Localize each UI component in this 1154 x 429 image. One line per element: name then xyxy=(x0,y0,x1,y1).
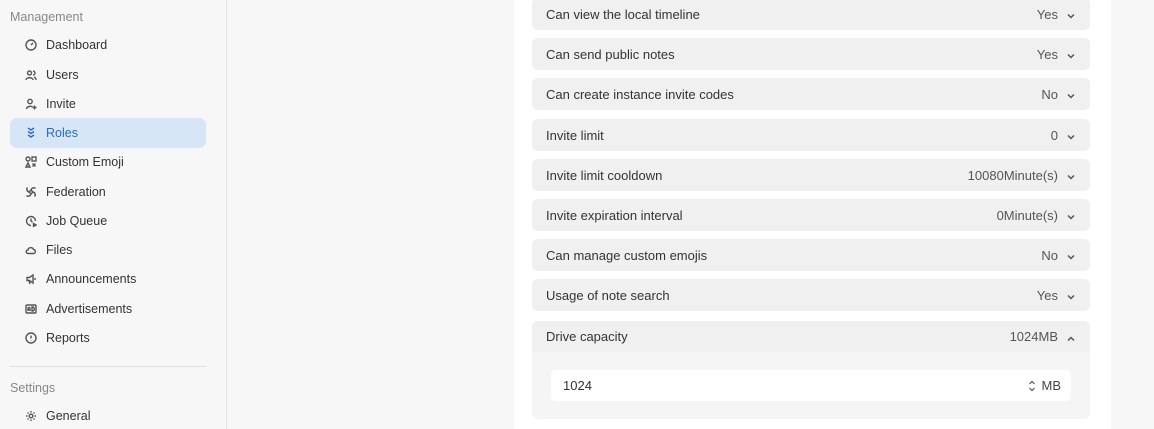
policy-label: Can create instance invite codes xyxy=(546,86,734,102)
policy-drive-capacity-expanded: Drive capacity 1024MB MB xyxy=(532,321,1090,419)
policy-label: Invite limit cooldown xyxy=(546,167,663,183)
policy-row-create-invite-codes[interactable]: Can create instance invite codes No xyxy=(532,78,1090,110)
sidebar-item-files[interactable]: Files xyxy=(10,235,206,265)
sidebar-item-roles[interactable]: Roles xyxy=(10,118,206,148)
policy-label: Can view the local timeline xyxy=(546,6,700,22)
right-gutter xyxy=(1111,0,1154,429)
policy-value: No xyxy=(1041,86,1058,102)
cloud-icon xyxy=(24,244,37,257)
policy-row-invite-limit-cooldown[interactable]: Invite limit cooldown 10080Minute(s) xyxy=(532,159,1090,191)
sidebar-item-label: Files xyxy=(46,243,73,257)
chevron-down-icon xyxy=(1066,170,1076,180)
policy-row-invite-expiration[interactable]: Invite expiration interval 0Minute(s) xyxy=(532,199,1090,231)
policy-value: 0 xyxy=(1050,127,1058,143)
sidebar-item-label: Federation xyxy=(46,185,106,199)
policy-label: Can send public notes xyxy=(546,46,675,62)
policy-label: Invite limit xyxy=(546,127,604,143)
sidebar-item-label: Announcements xyxy=(46,272,137,286)
settings-section-title: Settings xyxy=(10,381,56,395)
sidebar-item-label: General xyxy=(46,409,91,423)
user-plus-icon xyxy=(24,98,37,111)
sidebar-item-general[interactable]: General xyxy=(10,401,206,429)
sidebar-divider xyxy=(10,366,206,367)
clock-play-icon xyxy=(24,215,37,228)
drive-capacity-input[interactable] xyxy=(563,378,1028,393)
exclamation-circle-icon xyxy=(24,332,37,345)
icons-icon xyxy=(24,156,37,169)
sidebar-item-dashboard[interactable]: Dashboard xyxy=(10,30,206,60)
chevron-down-icon xyxy=(1066,290,1076,300)
policy-row-note-search[interactable]: Usage of note search Yes xyxy=(532,279,1090,311)
sidebar-item-label: Custom Emoji xyxy=(46,155,124,169)
chevron-down-icon xyxy=(1066,89,1076,99)
policy-value: No xyxy=(1041,247,1058,263)
role-policies-panel: Can view the local timeline Yes Can send… xyxy=(514,0,1111,429)
sidebar-item-custom-emoji[interactable]: Custom Emoji xyxy=(10,147,206,177)
sidebar-item-label: Users xyxy=(46,68,79,82)
content-spacer xyxy=(228,0,514,429)
policy-row-view-local-timeline[interactable]: Can view the local timeline Yes xyxy=(532,0,1090,30)
sidebar-item-label: Dashboard xyxy=(46,38,108,52)
chevron-up-icon xyxy=(1066,332,1076,342)
ad-icon xyxy=(24,303,37,316)
sidebar-item-label: Advertisements xyxy=(46,302,133,316)
policy-label: Invite expiration interval xyxy=(546,207,683,223)
management-section-title: Management xyxy=(10,10,83,24)
drive-capacity-input-wrapper: MB xyxy=(551,370,1071,401)
users-icon xyxy=(24,69,37,82)
policy-value: Yes xyxy=(1036,287,1058,303)
policy-label: Can manage custom emojis xyxy=(546,247,708,263)
sidebar-item-label: Job Queue xyxy=(46,214,108,228)
policy-value: 0Minute(s) xyxy=(996,207,1058,223)
policy-value: 1024MB xyxy=(1009,329,1058,344)
sidebar-item-job-queue[interactable]: Job Queue xyxy=(10,206,206,236)
whirl-icon xyxy=(24,186,37,199)
sidebar-item-invite[interactable]: Invite xyxy=(10,89,206,119)
badges-icon xyxy=(24,127,37,140)
speakerphone-icon xyxy=(24,273,37,286)
policy-label: Drive capacity xyxy=(546,329,628,344)
dashboard-icon xyxy=(24,39,37,52)
policy-row-send-public-notes[interactable]: Can send public notes Yes xyxy=(532,38,1090,70)
sidebar-item-users[interactable]: Users xyxy=(10,60,206,90)
policy-row-invite-limit[interactable]: Invite limit 0 xyxy=(532,119,1090,151)
sidebar: Management Dashboard Users Invite Roles … xyxy=(0,0,227,429)
policy-value: Yes xyxy=(1036,46,1058,62)
policy-value: Yes xyxy=(1036,6,1058,22)
sidebar-item-reports[interactable]: Reports xyxy=(10,323,206,353)
chevron-down-icon xyxy=(1066,130,1076,140)
gear-icon xyxy=(24,410,37,423)
stepper-icon[interactable] xyxy=(1028,379,1036,393)
sidebar-item-federation[interactable]: Federation xyxy=(10,177,206,207)
unit-suffix: MB xyxy=(1041,378,1062,393)
policy-label: Usage of note search xyxy=(546,287,670,303)
policy-row-manage-custom-emojis[interactable]: Can manage custom emojis No xyxy=(532,239,1090,271)
chevron-down-icon xyxy=(1066,210,1076,220)
sidebar-item-label: Invite xyxy=(46,97,76,111)
chevron-down-icon xyxy=(1066,250,1076,260)
sidebar-item-label: Roles xyxy=(46,126,78,140)
sidebar-item-announcements[interactable]: Announcements xyxy=(10,264,206,294)
policy-value: 10080Minute(s) xyxy=(967,167,1058,183)
chevron-down-icon xyxy=(1066,49,1076,59)
sidebar-item-label: Reports xyxy=(46,331,90,345)
chevron-down-icon xyxy=(1066,9,1076,19)
sidebar-item-advertisements[interactable]: Advertisements xyxy=(10,294,206,324)
policy-row-drive-capacity[interactable]: Drive capacity 1024MB xyxy=(532,321,1090,352)
